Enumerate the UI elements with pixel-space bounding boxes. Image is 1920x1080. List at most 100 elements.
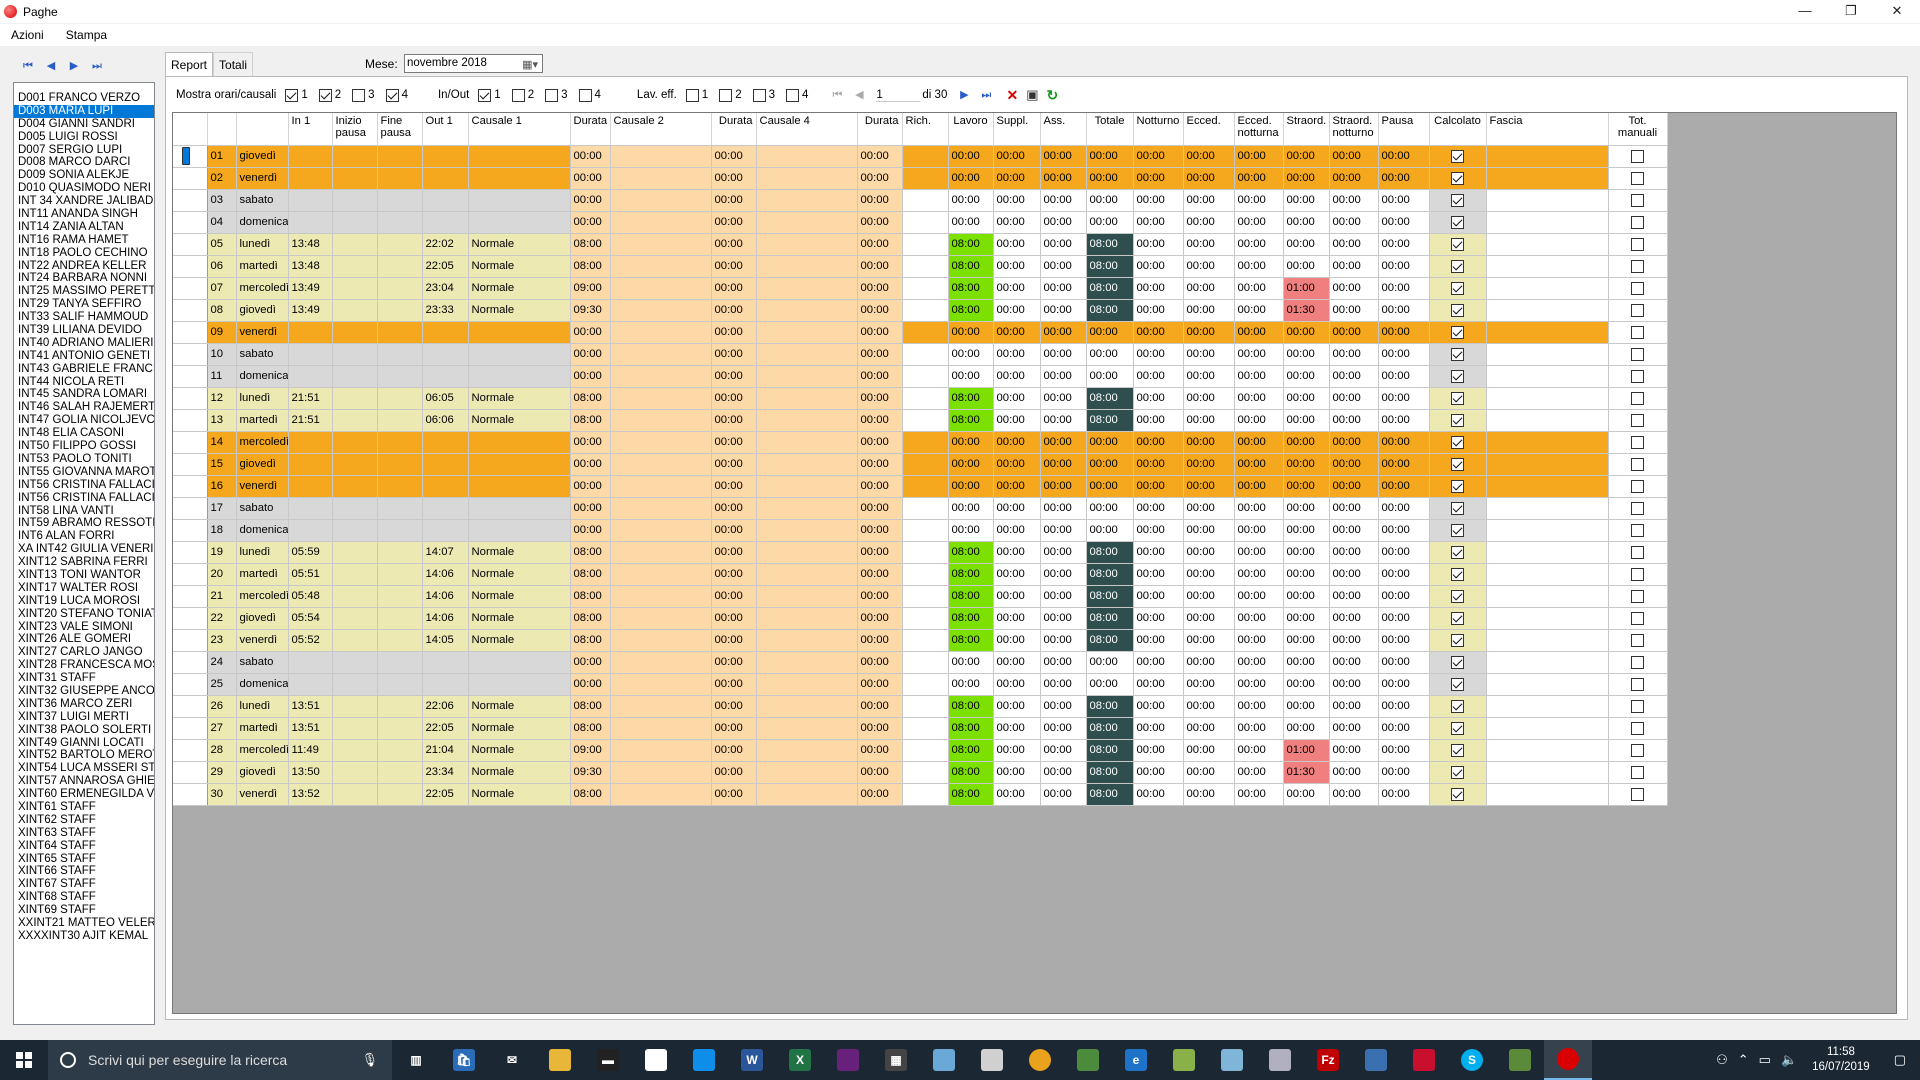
tot-manuali-cell[interactable] (1608, 541, 1668, 564)
employee-list-item[interactable]: XINT27 CARLO JANGO (14, 646, 154, 659)
causale4-cell[interactable] (756, 189, 858, 212)
fine-pausa-cell[interactable] (377, 739, 423, 762)
lavoro-cell[interactable]: 08:00 (948, 387, 994, 410)
task-view-icon[interactable]: ▥ (392, 1040, 440, 1080)
file-explorer-icon[interactable] (536, 1040, 584, 1080)
lavoro-cell[interactable]: 00:00 (948, 673, 994, 696)
out1-cell[interactable] (422, 475, 469, 498)
fascia-cell[interactable] (1486, 211, 1609, 234)
fine-pausa-cell[interactable] (377, 233, 423, 256)
lavoro-cell[interactable]: 00:00 (948, 167, 994, 190)
table-row[interactable]: 11 domenica 00:00 00:00 00:00 00:00 00:00 00:00… (173, 365, 1668, 388)
employee-list-item[interactable]: XINT32 GIUSEPPE ANCOF (14, 685, 154, 698)
employee-list-item[interactable]: INT14 ZANIA ALTAN (14, 221, 154, 234)
row-indicator[interactable] (173, 783, 208, 806)
ecced-notturna-cell[interactable]: 00:00 (1234, 453, 1284, 476)
straord-cell[interactable]: 00:00 (1283, 673, 1330, 696)
straord-cell[interactable]: 00:00 (1283, 629, 1330, 652)
suppl-cell[interactable]: 00:00 (993, 145, 1041, 168)
ecced-notturna-cell[interactable]: 00:00 (1234, 607, 1284, 630)
notturno-cell[interactable]: 00:00 (1133, 563, 1184, 586)
totale-cell[interactable]: 00:00 (1086, 673, 1134, 696)
lavoro-cell[interactable]: 00:00 (948, 189, 994, 212)
ass-cell[interactable]: 00:00 (1040, 365, 1087, 388)
employee-list-item[interactable]: XINT54 LUCA MSSERI STA (14, 762, 154, 775)
pausa-cell[interactable]: 00:00 (1378, 783, 1430, 806)
durata2-cell[interactable]: 00:00 (711, 255, 757, 278)
straord-notturno-cell[interactable]: 00:00 (1329, 453, 1379, 476)
out1-cell[interactable]: 23:34 (422, 761, 469, 784)
table-row[interactable]: 20 martedì 05:51 14:06 Normale 08:00 00:00 00:0… (173, 563, 1668, 586)
tot-manuali-cell[interactable] (1608, 255, 1668, 278)
pausa-cell[interactable]: 00:00 (1378, 387, 1430, 410)
durata2-cell[interactable]: 00:00 (711, 431, 757, 454)
straord-cell[interactable]: 01:00 (1283, 739, 1330, 762)
straord-cell[interactable]: 00:00 (1283, 255, 1330, 278)
weekday-cell[interactable]: giovedì (236, 761, 289, 784)
column-header[interactable]: Suppl. (993, 113, 1041, 146)
causale2-cell[interactable] (610, 321, 712, 344)
tot-manuali-cell[interactable] (1608, 673, 1668, 696)
tot-manuali-cell[interactable] (1608, 343, 1668, 366)
calcolato-cell[interactable] (1429, 585, 1487, 608)
durata1-cell[interactable]: 00:00 (570, 431, 611, 454)
durata2-cell[interactable]: 00:00 (711, 563, 757, 586)
durata2-cell[interactable]: 00:00 (711, 277, 757, 300)
app-icon-a[interactable] (920, 1040, 968, 1080)
tool-icon[interactable] (968, 1040, 1016, 1080)
inizio-pausa-cell[interactable] (332, 343, 378, 366)
causale2-cell[interactable] (610, 343, 712, 366)
delete-icon[interactable]: ✕ (1005, 88, 1019, 102)
tot-manuali-checkbox[interactable] (1631, 567, 1644, 581)
causale2-cell[interactable] (610, 607, 712, 630)
durata1-cell[interactable]: 08:00 (570, 717, 611, 740)
calcolato-checkbox[interactable] (1451, 787, 1464, 801)
durata2-cell[interactable]: 00:00 (711, 387, 757, 410)
row-indicator[interactable] (173, 387, 208, 410)
tot-manuali-checkbox[interactable] (1631, 677, 1644, 691)
inizio-pausa-cell[interactable] (332, 607, 378, 630)
employee-list-item[interactable]: XA INT42 GIULIA VENERI (14, 543, 154, 556)
ecced-cell[interactable]: 00:00 (1183, 475, 1235, 498)
weekday-cell[interactable]: sabato (236, 189, 289, 212)
notturno-cell[interactable]: 00:00 (1133, 519, 1184, 542)
calcolato-cell[interactable] (1429, 387, 1487, 410)
tot-manuali-cell[interactable] (1608, 409, 1668, 432)
tot-manuali-cell[interactable] (1608, 145, 1668, 168)
totale-cell[interactable]: 00:00 (1086, 365, 1134, 388)
fascia-cell[interactable] (1486, 343, 1609, 366)
table-row[interactable]: 26 lunedì 13:51 22:06 Normale 08:00 00:00 00:00… (173, 695, 1668, 718)
tot-manuali-cell[interactable] (1608, 783, 1668, 806)
visual-studio-icon[interactable] (824, 1040, 872, 1080)
fascia-cell[interactable] (1486, 255, 1609, 278)
fine-pausa-cell[interactable] (377, 299, 423, 322)
day-number-cell[interactable]: 23 (207, 629, 237, 652)
causale4-cell[interactable] (756, 563, 858, 586)
straord-notturno-cell[interactable]: 00:00 (1329, 233, 1379, 256)
pausa-cell[interactable]: 00:00 (1378, 365, 1430, 388)
day-number-cell[interactable]: 17 (207, 497, 237, 520)
ecced-cell[interactable]: 00:00 (1183, 541, 1235, 564)
notturno-cell[interactable]: 00:00 (1133, 431, 1184, 454)
suppl-cell[interactable]: 00:00 (993, 431, 1041, 454)
tot-manuali-cell[interactable] (1608, 761, 1668, 784)
durata2-cell[interactable]: 00:00 (711, 343, 757, 366)
causale2-cell[interactable] (610, 783, 712, 806)
durata4-cell[interactable]: 00:00 (857, 233, 903, 256)
table-row[interactable]: 07 mercoledì 13:49 23:04 Normale 09:00 00:00 00… (173, 277, 1668, 300)
fascia-cell[interactable] (1486, 739, 1609, 762)
column-header[interactable]: Inizio pausa (332, 113, 378, 146)
fine-pausa-cell[interactable] (377, 519, 423, 542)
day-number-cell[interactable]: 04 (207, 211, 237, 234)
employee-list-item[interactable]: INT41 ANTONIO GENETI (14, 350, 154, 363)
out1-cell[interactable] (422, 343, 469, 366)
employee-list-item[interactable]: INT11 ANANDA SINGH (14, 208, 154, 221)
tot-manuali-checkbox[interactable] (1631, 303, 1644, 317)
causale4-cell[interactable] (756, 695, 858, 718)
fine-pausa-cell[interactable] (377, 585, 423, 608)
durata1-cell[interactable]: 08:00 (570, 607, 611, 630)
tot-manuali-checkbox[interactable] (1631, 523, 1644, 537)
causale4-cell[interactable] (756, 211, 858, 234)
ecced-cell[interactable]: 00:00 (1183, 189, 1235, 212)
ass-cell[interactable]: 00:00 (1040, 431, 1087, 454)
